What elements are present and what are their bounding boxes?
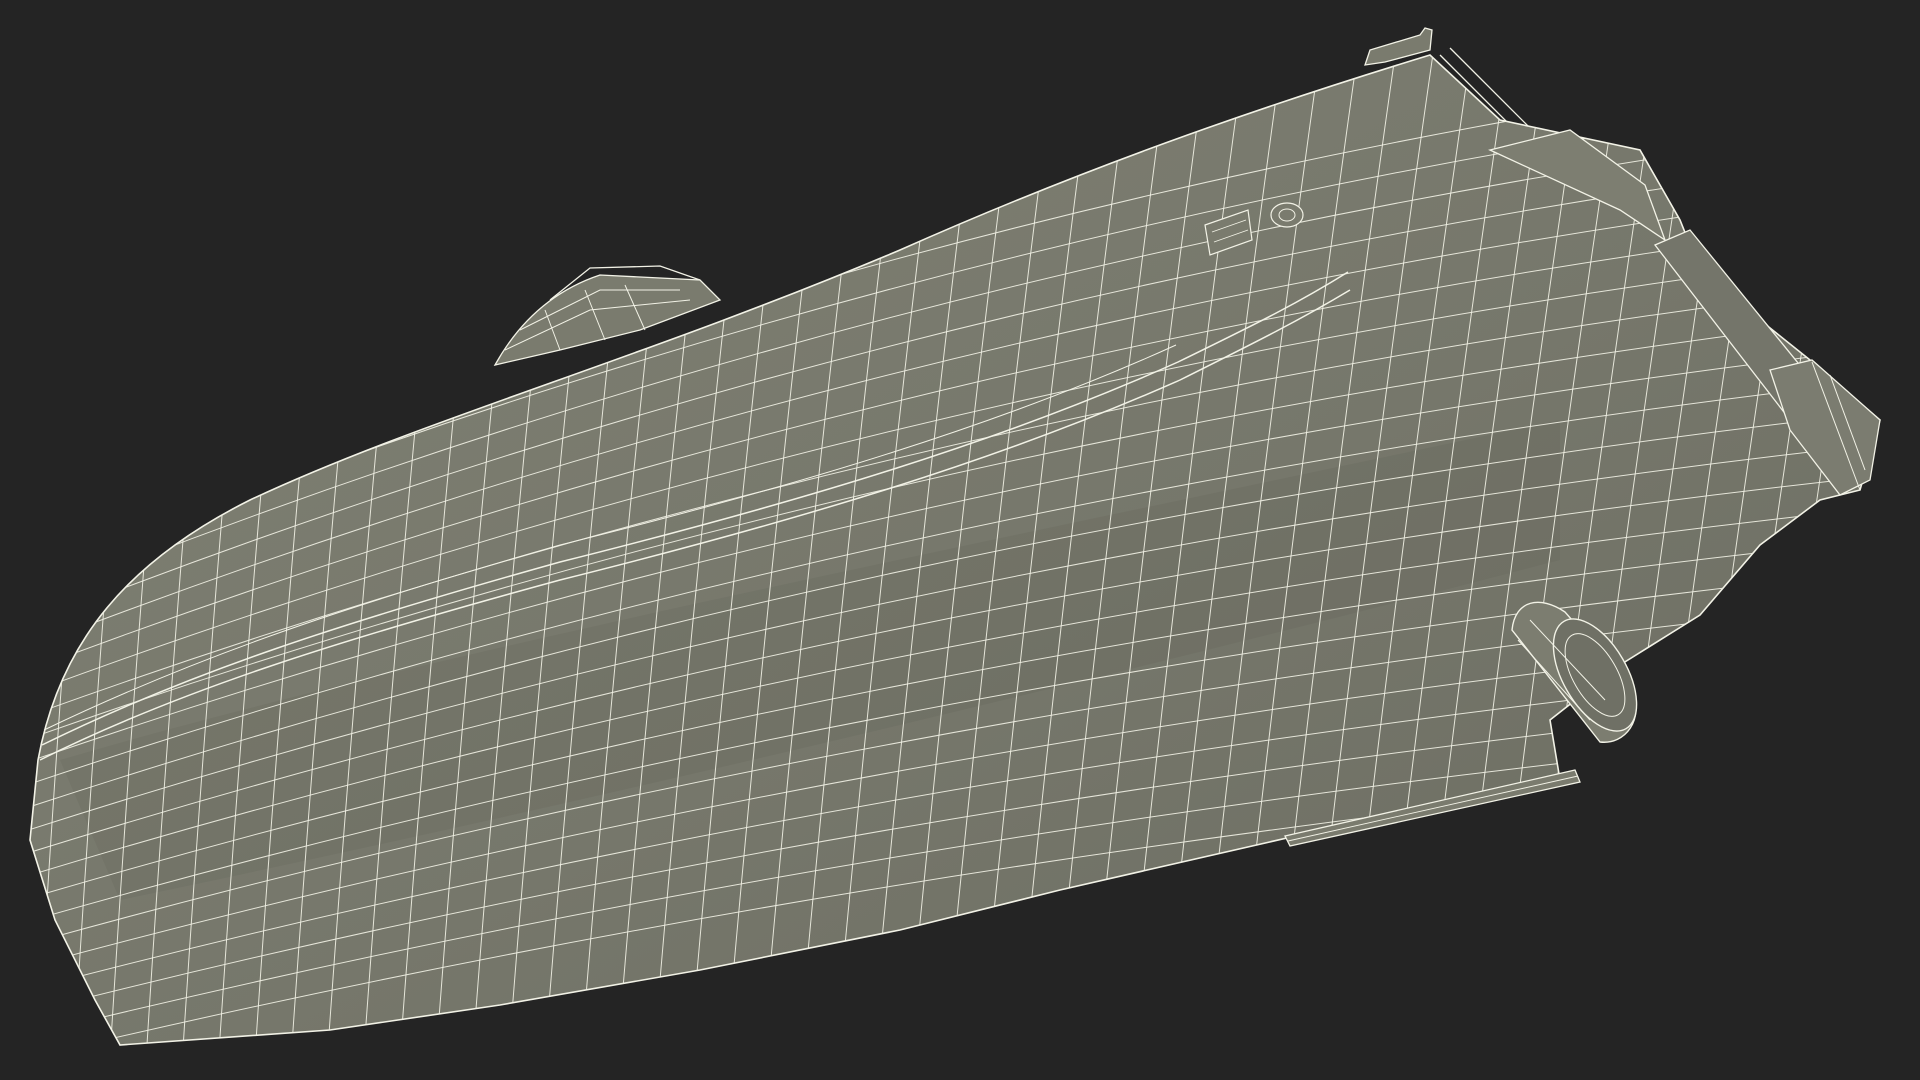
render-viewport [0,0,1920,1080]
hull [29,54,1881,1046]
wireframe-render [29,27,1881,1046]
